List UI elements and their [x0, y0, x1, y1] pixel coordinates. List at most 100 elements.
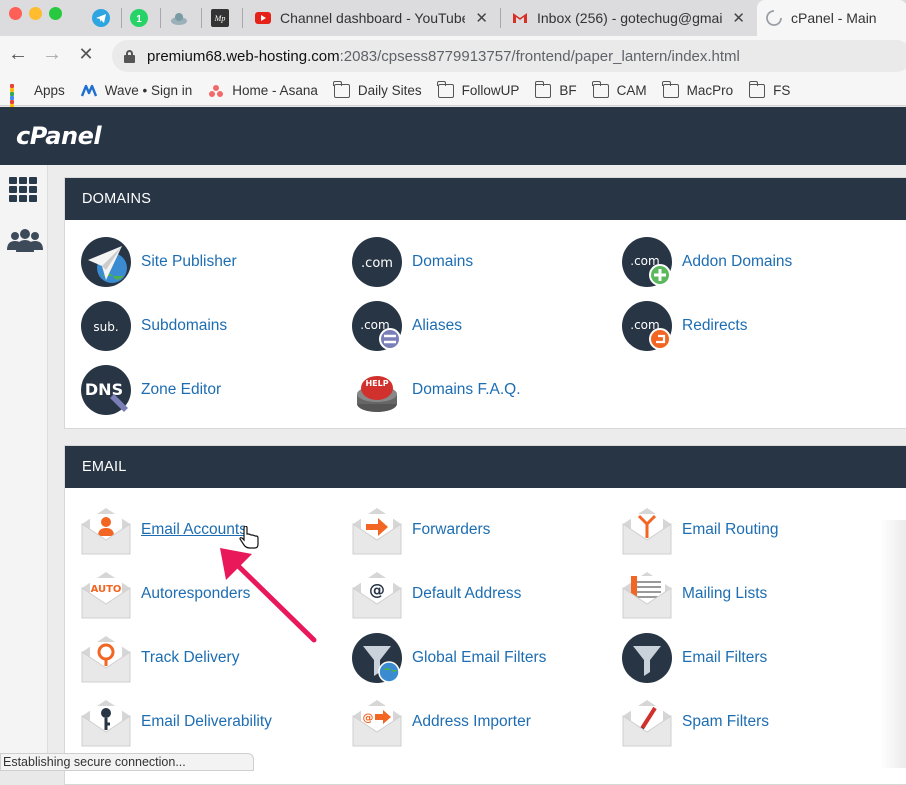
close-tab-icon[interactable]: ✕	[732, 9, 745, 27]
stop-loading-icon[interactable]: ✕	[74, 44, 98, 65]
back-arrow-icon[interactable]: ←	[6, 43, 30, 66]
wave-icon	[80, 84, 97, 96]
item-label: Email Accounts	[141, 521, 247, 538]
close-tab-icon[interactable]: ✕	[475, 9, 488, 27]
svg-text:Mp: Mp	[214, 14, 226, 23]
item-label: Zone Editor	[141, 381, 222, 398]
tab-title: Inbox (256) - gotechug@gmail.com	[537, 10, 723, 26]
mailing-lists-icon	[622, 572, 672, 619]
bookmarks-bar: Apps Wave • Sign in Home - Asana Daily S…	[0, 76, 906, 120]
aliases-link[interactable]: .com Aliases	[351, 300, 462, 352]
help-button-icon: HELP	[357, 376, 397, 412]
forwarders-link[interactable]: Forwarders	[351, 504, 490, 556]
minimize-window-button[interactable]	[29, 7, 42, 20]
item-label: Email Routing	[682, 521, 779, 538]
email-filters-icon	[622, 633, 672, 683]
bookmark-folder-bf[interactable]: BF	[534, 80, 577, 98]
track-delivery-icon	[81, 636, 131, 683]
svg-text:AUTO: AUTO	[91, 584, 122, 595]
svg-text:1: 1	[136, 14, 142, 25]
email-deliverability-icon	[81, 700, 131, 747]
url-field[interactable]: premium68.web-hosting.com:2083/cpsess877…	[112, 40, 906, 72]
subdomains-link[interactable]: sub. Subdomains	[80, 300, 227, 352]
tab-gmail[interactable]: Inbox (256) - gotechug@gmail.com ✕	[503, 0, 753, 36]
bookmark-folder-fs[interactable]: FS	[748, 80, 790, 98]
bookmark-asana[interactable]: Home - Asana	[208, 83, 318, 98]
bookmark-label: Home - Asana	[232, 83, 318, 98]
url-path: :2083/cpsess8779913757/frontend/paper_la…	[339, 47, 740, 65]
item-label: Site Publisher	[141, 253, 237, 270]
home-grid-icon[interactable]	[9, 177, 39, 203]
item-label: Domains	[412, 253, 474, 270]
domains-faq-link[interactable]: HELP Domains F.A.Q.	[351, 364, 521, 416]
maximize-window-button[interactable]	[49, 7, 62, 20]
bookmark-folder-macpro[interactable]: MacPro	[662, 80, 733, 98]
pinned-tab-whatsapp[interactable]: 1	[122, 0, 158, 36]
status-bar: Establishing secure connection...	[0, 753, 254, 771]
site-publisher-link[interactable]: Site Publisher	[80, 236, 237, 288]
folder-icon	[333, 80, 350, 98]
bookmark-label: BF	[559, 83, 577, 98]
item-label: Global Email Filters	[412, 649, 547, 666]
section-title: EMAIL	[65, 446, 906, 488]
docs-icon	[171, 13, 187, 25]
users-icon[interactable]	[5, 228, 45, 254]
item-label: Mailing Lists	[682, 585, 768, 602]
asana-icon	[209, 84, 224, 97]
close-window-button[interactable]	[9, 7, 22, 20]
addon-domains-icon: .com	[622, 237, 672, 287]
bookmark-wave[interactable]: Wave • Sign in	[80, 83, 192, 98]
folder-icon	[437, 80, 454, 98]
pinned-tab-telegram[interactable]	[84, 0, 120, 36]
email-deliverability-link[interactable]: Email Deliverability	[80, 696, 272, 748]
browser-tab-strip: 1 Mp Channel dashboard - YouTube ✕ Inbox…	[0, 0, 906, 36]
redirects-link[interactable]: .com Redirects	[621, 300, 747, 352]
svg-text:@: @	[363, 711, 374, 724]
loading-icon	[766, 10, 782, 26]
zone-editor-icon: DNS	[81, 365, 131, 415]
item-label: Email Filters	[682, 649, 768, 666]
section-title: DOMAINS	[65, 178, 906, 220]
address-bar-row: ← → ✕ premium68.web-hosting.com:2083/cps…	[0, 36, 906, 76]
email-accounts-icon	[81, 508, 131, 555]
whatsapp-icon: 1	[130, 9, 148, 27]
svg-text:.com: .com	[361, 256, 393, 271]
gmail-icon	[513, 13, 527, 23]
bookmark-folder-followup[interactable]: FollowUP	[437, 80, 519, 98]
forward-arrow-icon[interactable]: →	[40, 43, 64, 66]
annotation-arrow-icon	[220, 548, 317, 643]
bookmark-folder-daily-sites[interactable]: Daily Sites	[333, 80, 422, 98]
apps-grid-icon	[10, 83, 26, 120]
tab-title: cPanel - Main	[791, 10, 877, 26]
folder-icon	[592, 80, 609, 98]
cpanel-logo[interactable]: cPanel	[16, 122, 102, 150]
folder-icon	[662, 80, 679, 98]
pinned-tab-mp[interactable]: Mp	[203, 0, 239, 36]
mailing-lists-link[interactable]: Mailing Lists	[621, 568, 767, 620]
domains-link[interactable]: .com Domains	[351, 236, 473, 288]
email-routing-link[interactable]: Email Routing	[621, 504, 779, 556]
default-address-link[interactable]: @ Default Address	[351, 568, 521, 620]
aliases-icon: .com	[352, 301, 402, 351]
addon-domains-link[interactable]: .com Addon Domains	[621, 236, 792, 288]
lock-icon	[124, 49, 135, 63]
email-filters-link[interactable]: Email Filters	[621, 632, 767, 684]
spam-filters-icon	[622, 700, 672, 747]
svg-text:HELP: HELP	[365, 379, 388, 388]
item-label: Aliases	[412, 317, 462, 334]
spam-filters-link[interactable]: Spam Filters	[621, 696, 769, 748]
domains-section: DOMAINS Site Publisher .com Domains .com…	[64, 177, 906, 429]
address-importer-icon: @	[352, 700, 402, 747]
bookmark-folder-cam[interactable]: CAM	[592, 80, 647, 98]
global-email-filters-link[interactable]: Global Email Filters	[351, 632, 546, 684]
site-publisher-icon	[81, 237, 131, 287]
zone-editor-link[interactable]: DNS Zone Editor	[80, 364, 221, 416]
bookmark-label: Daily Sites	[357, 83, 422, 98]
address-importer-link[interactable]: @ Address Importer	[351, 696, 531, 748]
tab-cpanel[interactable]: cPanel - Main	[757, 0, 906, 36]
item-label: Email Deliverability	[141, 713, 272, 730]
bookmark-apps[interactable]: Apps	[10, 83, 65, 120]
folder-icon	[748, 80, 766, 98]
tab-youtube[interactable]: Channel dashboard - YouTube ✕	[246, 0, 496, 36]
pinned-tab-docs[interactable]	[162, 0, 198, 36]
